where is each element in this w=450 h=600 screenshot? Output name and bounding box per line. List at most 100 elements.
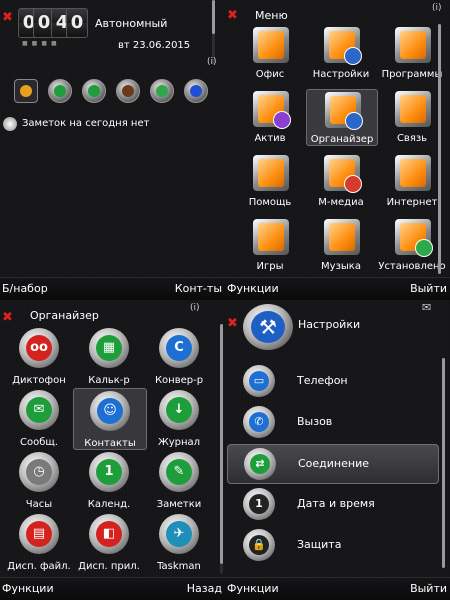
folder-icon [395,91,431,127]
organizer-item-label: Заметки [156,499,202,510]
folder-icon [253,219,289,255]
menu-item[interactable]: Помощь [235,153,305,208]
right-softkey[interactable]: Выйти [410,582,447,595]
menu-item-label: Помощь [248,197,292,208]
close-icon[interactable]: ✖ [227,316,238,331]
settings-glyph-icon: ▭ [249,371,269,391]
organizer-item[interactable]: 1 Календ. [73,450,145,510]
shortcut-settings-icon[interactable] [150,79,174,103]
close-icon[interactable]: ✖ [2,310,13,325]
settings-header-icon: ⚒ [243,304,293,350]
organizer-item[interactable]: C Конвер-р [143,326,215,386]
menu-item[interactable]: М-медиа [306,153,376,208]
clock-dots: ■■■■ [22,40,61,47]
signal-icon: (i) [207,57,217,67]
profile-name: Автономный [95,17,168,30]
left-softkey[interactable]: Б/набор [2,282,48,295]
menu-item[interactable]: Интернет [377,153,447,208]
app-icon: ◧ [89,514,129,554]
close-icon[interactable]: ✖ [2,10,13,25]
settings-title: Настройки [298,318,361,331]
app-badge-icon [344,47,362,65]
app-glyph-icon: ◧ [96,521,122,547]
menu-item[interactable]: Игры [235,217,305,272]
wrench-icon: ⚒ [251,311,285,343]
settings-row[interactable]: 1 Дата и время [227,485,437,523]
settings-item-icon: 🔒 [243,529,275,561]
organizer-item[interactable]: ✎ Заметки [143,450,215,510]
organizer-item[interactable]: ☺ Контакты [73,388,147,450]
app-badge-icon [345,112,363,130]
app-icon: ▤ [19,514,59,554]
organizer-item-label: Диктофон [12,375,66,386]
app-icon: ☺ [90,391,130,431]
menu-item[interactable]: Органайзер [306,89,378,146]
settings-item-icon: ⇄ [244,448,276,480]
left-softkey[interactable]: Функции [2,582,54,595]
app-icon: ▦ [89,328,129,368]
softkey-bar: Функции Выйти [225,577,450,600]
menu-item[interactable]: Актив [235,89,305,144]
organizer-screen: ✖ Органайзер (i) oo Диктофон ▦ Кальк-р C Конв… [0,300,225,600]
organizer-item[interactable]: ✈ Taskman [143,512,215,572]
notes-status: Заметок на сегодня нет [22,118,150,129]
folder-icon [395,219,433,257]
organizer-item[interactable]: ◧ Дисп. прил. [73,512,145,572]
shortcut-avatar-icon[interactable] [116,79,140,103]
settings-screen: ✖ ⚒ Настройки ✉ ▭ Телефон ✆ Вызов ⇄ Соединени… [225,300,450,600]
menu-item-label: Офис [255,69,285,80]
organizer-item[interactable]: ◷ Часы [3,450,75,510]
app-glyph-icon: ✈ [166,521,192,547]
menu-item[interactable]: Офис [235,25,305,80]
settings-row[interactable]: 🔒 Защита [227,526,437,564]
right-softkey[interactable]: Выйти [410,282,447,295]
settings-row[interactable]: ▭ Телефон [227,362,437,400]
menu-item[interactable]: Связь [377,89,447,144]
organizer-item[interactable]: ▤ Дисп. файл. [3,512,75,572]
menu-item-label: М-медиа [318,197,364,208]
folder-icon [395,155,431,191]
menu-item[interactable]: Настройки [306,25,376,80]
organizer-item-label: Часы [25,499,53,510]
organizer-item[interactable]: ✉ Сообщ. [3,388,75,448]
standby-screen: ✖ 0 0 4 0 ■■■■ Автономный вт 23.06.2015 … [0,0,225,300]
folder-icon [253,27,289,63]
shortcut-log-icon[interactable] [82,79,106,103]
organizer-item[interactable]: ↓ Журнал [143,388,215,448]
organizer-title: Органайзер [30,309,99,322]
organizer-item[interactable]: oo Диктофон [3,326,75,386]
settings-row[interactable]: ✆ Вызов [227,403,437,441]
organizer-item-label: Контакты [84,438,136,449]
scrollbar[interactable] [212,0,215,64]
menu-item[interactable]: Музыка [306,217,376,272]
close-icon[interactable]: ✖ [227,8,238,23]
left-softkey[interactable]: Функции [227,282,279,295]
scrollbar[interactable] [220,324,223,574]
settings-row[interactable]: ⇄ Соединение [227,444,439,484]
app-icon: ✉ [19,390,59,430]
right-softkey[interactable]: Конт-ты [175,282,222,295]
organizer-item-label: Конвер-р [154,375,204,386]
app-badge-icon [273,111,291,129]
folder-icon [324,155,362,193]
organizer-item-label: Сообщ. [20,437,58,448]
app-glyph-icon: ▤ [26,521,52,547]
shortcut-contacts-icon[interactable] [14,79,38,103]
menu-screen: ✖ Меню (i) Офис Настройки Программы Актив Ор… [225,0,450,300]
folder-icon [324,219,360,255]
menu-item[interactable]: Программы [377,25,447,80]
shortcut-bluetooth-icon[interactable] [184,79,208,103]
organizer-item[interactable]: ▦ Кальк-р [73,326,145,386]
scrollbar[interactable] [438,24,441,274]
app-glyph-icon: C [166,335,192,361]
settings-item-label: Соединение [298,457,370,470]
left-softkey[interactable]: Функции [227,582,279,595]
organizer-item-label: Журнал [157,437,201,448]
app-icon: ✈ [159,514,199,554]
scrollbar[interactable] [442,358,445,568]
right-softkey[interactable]: Назад [187,582,222,595]
menu-item[interactable]: Установлено [377,217,447,272]
mail-icon: ✉ [422,301,432,314]
menu-title: Меню [255,9,288,22]
shortcut-messages-icon[interactable] [48,79,72,103]
